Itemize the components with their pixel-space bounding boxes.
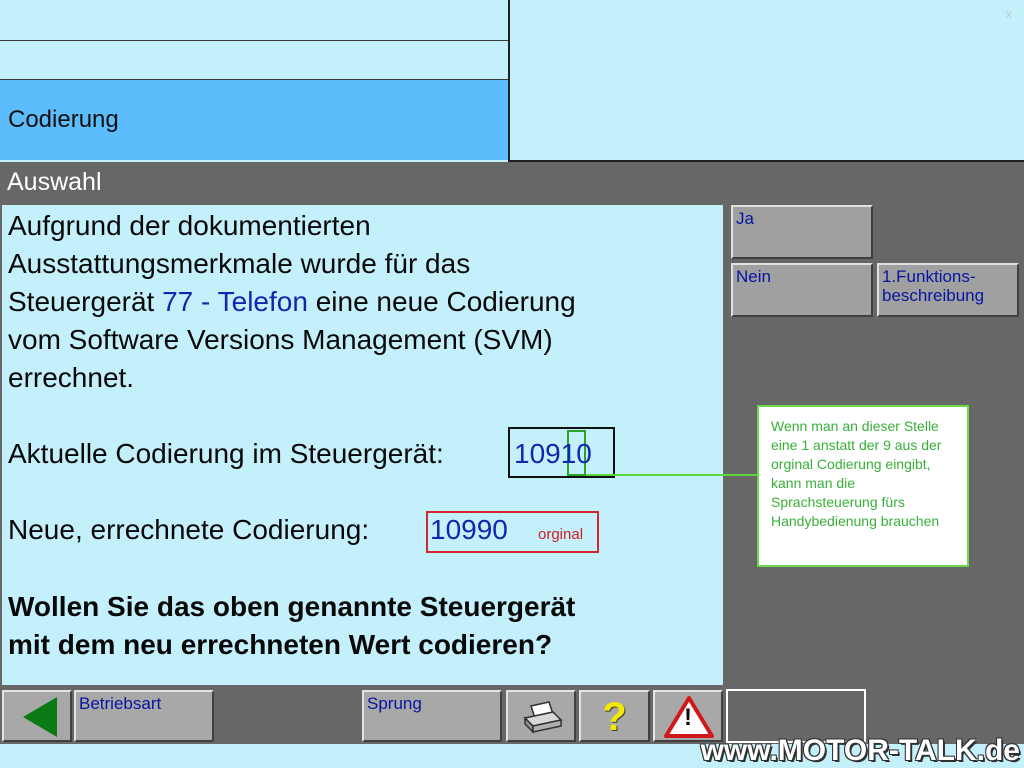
help-icon: ? [602,695,627,739]
original-note: orginal [538,526,584,543]
close-icon[interactable]: x [1006,6,1013,21]
menu-divider [0,40,508,41]
message-line: Steuergerät 77 - Telefon eine neue Codie… [8,283,576,321]
function-desc-label: 1.Funktions- [882,267,976,286]
current-coding-value: 10910 [514,438,592,469]
message-line: Ausstattungsmerkmale wurde für das [8,248,471,279]
no-button[interactable]: Nein [731,263,873,317]
section-title: Auswahl [7,168,102,196]
current-coding-label: Aktuelle Codierung im Steuergerät: [8,438,444,469]
new-coding-label: Neue, errechnete Codierung: [8,514,370,545]
operating-mode-button[interactable]: Betriebsart [74,690,214,742]
jump-button[interactable]: Sprung [362,690,502,742]
message-line: errechnet. [8,362,135,393]
message-line: vom Software Versions Management (SVM) [8,324,553,355]
question-line: Wollen Sie das oben genannte Steuergerät [8,591,576,622]
menu-item-codierung[interactable]: Codierung [0,80,508,160]
back-button[interactable] [2,690,72,742]
menu-item-label: Codierung [8,106,119,133]
back-arrow-icon [23,697,57,737]
new-coding-value: 10990 [430,514,508,545]
header-right-panel [508,0,1024,162]
help-button[interactable]: ? [579,690,650,742]
function-desc-label: beschreibung [882,286,985,305]
message-text: eine neue Codierung [307,286,576,317]
jump-label: Sprung [367,694,422,713]
warning-mark: ! [684,704,692,731]
note-connector-line [586,474,758,476]
message-line: Aufgrund der dokumentierten [8,210,371,241]
message-text: Steuergerät [8,286,163,317]
no-label: Nein [736,267,771,286]
watermark-logo: www.MOTOR-TALK.de [700,734,1020,767]
yes-button[interactable]: Ja [731,205,873,259]
device-name: 77 - Telefon [162,286,308,317]
question-line: mit dem neu errechneten Wert codieren? [8,629,553,660]
yes-label: Ja [736,209,754,228]
annotation-note: Wenn man an dieser Stelle eine 1 anstatt… [757,405,969,567]
operating-mode-label: Betriebsart [79,694,162,713]
printer-icon [523,701,563,734]
print-button[interactable] [506,690,576,742]
function-description-button[interactable]: 1.Funktions- beschreibung [877,263,1019,317]
